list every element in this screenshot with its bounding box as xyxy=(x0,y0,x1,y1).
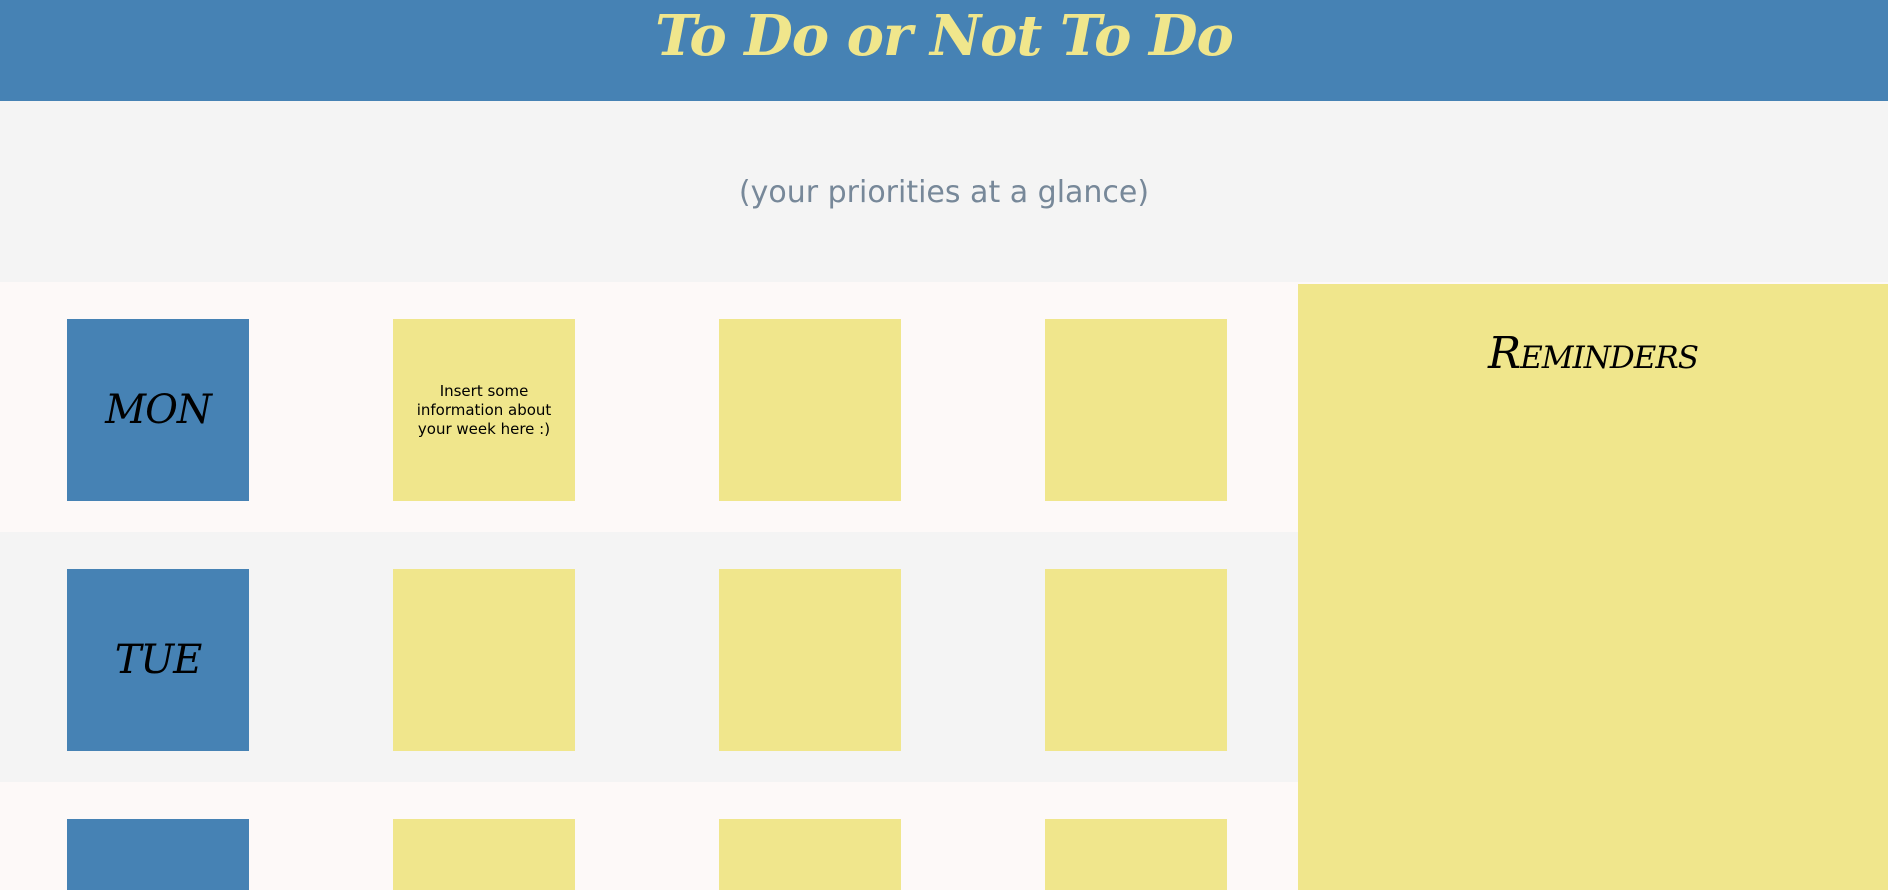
day-row-mon: MON Insert some information about your w… xyxy=(0,282,1298,532)
note-mon-1[interactable]: Insert some information about your week … xyxy=(393,319,575,501)
day-row-3 xyxy=(0,782,1298,890)
note-mon-2[interactable] xyxy=(719,319,901,501)
note-tue-1[interactable] xyxy=(393,569,575,751)
note-3-3[interactable] xyxy=(1045,819,1227,890)
day-box-tue: TUE xyxy=(67,569,249,751)
reminders-panel[interactable]: Reminders xyxy=(1298,284,1888,890)
note-mon-3[interactable] xyxy=(1045,319,1227,501)
day-row-tue: TUE xyxy=(0,532,1298,782)
subheader: (your priorities at a glance) xyxy=(0,101,1888,282)
note-3-1[interactable] xyxy=(393,819,575,890)
day-label-mon: MON xyxy=(105,387,212,433)
header-bar: To Do or Not To Do xyxy=(0,0,1888,101)
day-label-tue: TUE xyxy=(114,637,203,683)
day-box-mon: MON xyxy=(67,319,249,501)
page-subtitle: (your priorities at a glance) xyxy=(738,175,1150,210)
note-3-2[interactable] xyxy=(719,819,901,890)
note-tue-3[interactable] xyxy=(1045,569,1227,751)
reminders-title: Reminders xyxy=(1488,328,1699,379)
page-title: To Do or Not To Do xyxy=(655,3,1234,69)
note-text: Insert some information about your week … xyxy=(416,381,552,438)
day-box-3 xyxy=(67,819,249,890)
note-tue-2[interactable] xyxy=(719,569,901,751)
